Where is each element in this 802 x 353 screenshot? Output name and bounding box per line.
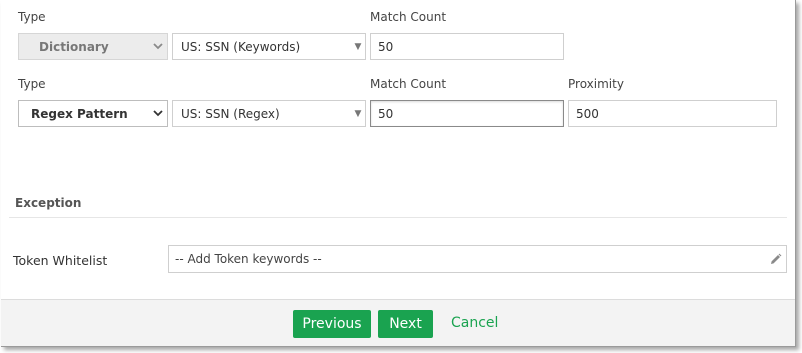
previous-button[interactable]: Previous: [293, 310, 371, 338]
section-divider: [9, 217, 787, 218]
token-whitelist-label: Token Whitelist: [13, 253, 108, 268]
match-count-input-2[interactable]: 50: [370, 100, 564, 127]
token-whitelist-placeholder: -- Add Token keywords --: [175, 252, 322, 266]
chevron-down-icon: [149, 43, 167, 50]
match-count-label: Match Count: [370, 10, 447, 24]
match-count-label-2: Match Count: [370, 77, 447, 91]
type-select-regex[interactable]: Regex Pattern: [18, 100, 168, 127]
type-select-value-2: Regex Pattern: [31, 106, 128, 121]
caret-down-icon: ▼: [354, 41, 362, 52]
caret-down-icon: ▼: [354, 108, 362, 119]
type-select-dictionary[interactable]: Dictionary: [18, 33, 168, 60]
pencil-icon[interactable]: [764, 253, 786, 266]
proximity-input[interactable]: 500: [568, 100, 777, 127]
exception-section-title: Exception: [15, 196, 82, 210]
chevron-down-icon: [149, 110, 167, 117]
next-button[interactable]: Next: [378, 310, 433, 338]
regex-pattern-select-value: US: SSN (Regex): [181, 106, 280, 121]
type-select-value: Dictionary: [39, 39, 109, 54]
dictionary-select[interactable]: US: SSN (Keywords) ▼: [172, 33, 366, 60]
type-label-2: Type: [18, 77, 46, 91]
cancel-link[interactable]: Cancel: [451, 315, 498, 331]
dictionary-select-value: US: SSN (Keywords): [181, 39, 301, 54]
token-whitelist-input[interactable]: -- Add Token keywords --: [168, 245, 787, 273]
proximity-label: Proximity: [568, 77, 624, 91]
type-label: Type: [18, 10, 46, 24]
match-count-input[interactable]: 50: [370, 33, 564, 60]
wizard-footer: Previous Next Cancel: [1, 299, 795, 346]
rule-editor-panel: Type Dictionary US: SSN (Keywords) ▼ Mat…: [1, 0, 796, 347]
regex-pattern-select[interactable]: US: SSN (Regex) ▼: [172, 100, 366, 127]
